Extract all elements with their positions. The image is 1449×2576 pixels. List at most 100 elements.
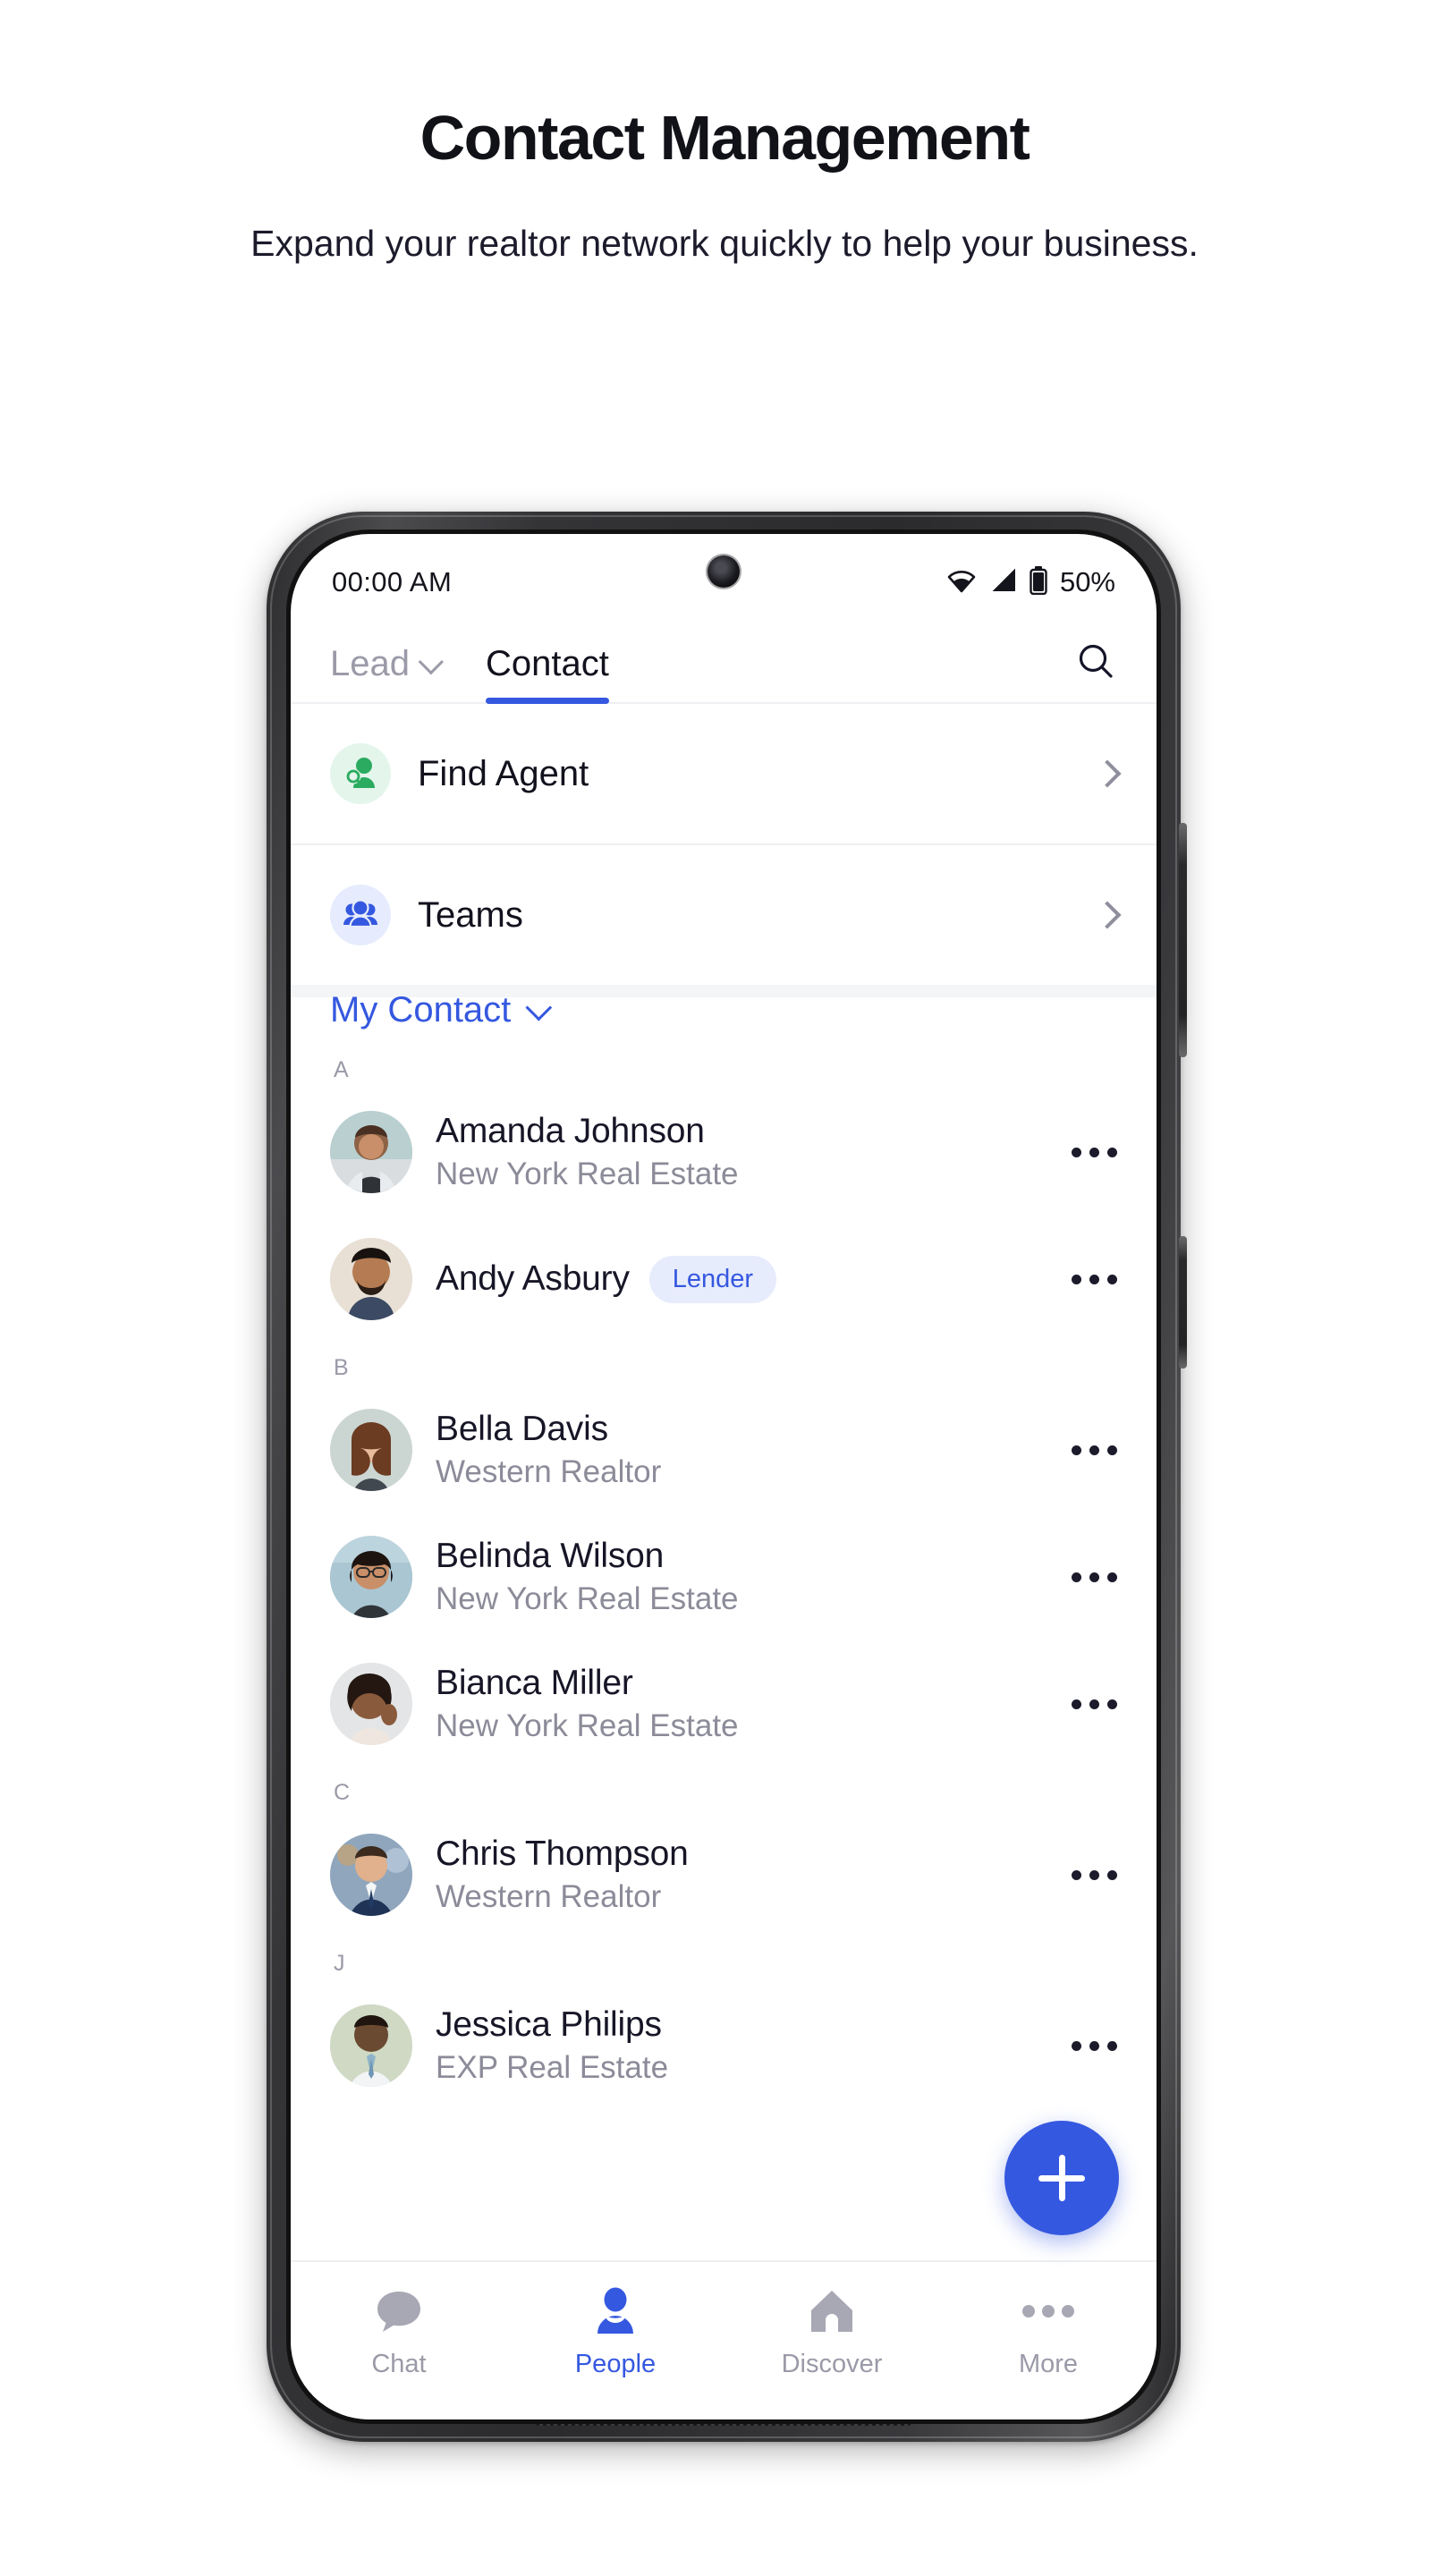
people-group-icon <box>330 885 391 945</box>
phone-mockup: 00:00 AM 50% Lead Contact Find Agent Tea… <box>267 512 1187 2442</box>
contact-info: Amanda Johnson New York Real Estate <box>436 1112 739 1192</box>
person-search-icon <box>330 743 391 804</box>
more-dots-icon[interactable] <box>1072 1572 1117 1582</box>
nav-item-chat[interactable]: Chat <box>291 2285 507 2379</box>
contact-name-line: Jessica Philips <box>436 2005 668 2045</box>
contact-name-line: Amanda Johnson <box>436 1112 739 1151</box>
contact-list[interactable]: A Amanda Johnson New York Real Estate An… <box>291 1045 1157 2109</box>
search-icon <box>1074 640 1117 688</box>
nav-label-discover: Discover <box>781 2350 883 2378</box>
alpha-header-b: B <box>334 1355 350 1380</box>
front-camera-punchhole <box>708 555 740 588</box>
status-indicators: 50% <box>945 565 1115 599</box>
contact-name: Chris Thompson <box>436 1835 689 1873</box>
status-time: 00:00 AM <box>332 566 453 597</box>
more-dots-icon[interactable] <box>1072 1445 1117 1455</box>
avatar <box>330 1663 412 1745</box>
contact-name: Amanda Johnson <box>436 1112 705 1150</box>
more-dots-icon <box>1021 2285 1075 2337</box>
volume-button[interactable] <box>1179 823 1187 1057</box>
contact-row-belinda-wilson[interactable]: Belinda Wilson New York Real Estate <box>291 1513 1157 1640</box>
contact-row-bella-davis[interactable]: Bella Davis Western Realtor <box>291 1386 1157 1513</box>
contact-info: Jessica Philips EXP Real Estate <box>436 2005 668 2086</box>
contact-info: Bianca Miller New York Real Estate <box>436 1664 739 1744</box>
top-tab-bar: Lead Contact <box>291 611 1157 704</box>
more-dots-icon[interactable] <box>1072 1147 1117 1157</box>
wifi-icon <box>945 568 978 597</box>
contact-info: Bella Davis Western Realtor <box>436 1410 661 1490</box>
home-icon <box>808 2285 856 2337</box>
page-subtitle: Expand your realtor network quickly to h… <box>250 222 1199 264</box>
tab-lead[interactable]: Lead <box>330 644 444 702</box>
contact-row-jessica-philips[interactable]: Jessica Philips EXP Real Estate <box>291 1982 1157 2109</box>
avatar <box>330 1238 412 1320</box>
page-title: Contact Management <box>419 103 1030 173</box>
chevron-down-icon <box>525 994 553 1021</box>
search-button[interactable] <box>1074 640 1117 688</box>
alpha-header-j: J <box>334 1951 345 1976</box>
contact-info: Chris Thompson Western Realtor <box>436 1835 689 1915</box>
contact-company: Western Realtor <box>436 1879 662 1914</box>
phone-screen-bezel: 00:00 AM 50% Lead Contact Find Agent Tea… <box>286 530 1161 2424</box>
status-badge: Lender <box>648 1255 777 1303</box>
entry-find-agent-label: Find Agent <box>418 753 589 793</box>
chevron-right-icon <box>1093 759 1122 788</box>
contact-name-line: Bianca Miller <box>436 1664 739 1703</box>
contact-info: Belinda Wilson New York Real Estate <box>436 1537 739 1617</box>
contact-name: Bella Davis <box>436 1410 608 1448</box>
entry-find-agent[interactable]: Find Agent <box>291 704 1157 843</box>
power-button[interactable] <box>1179 1236 1187 1368</box>
content-clip: My Contact A Amanda Johnson New York Rea… <box>291 954 1157 2260</box>
tab-lead-label: Lead <box>330 644 410 683</box>
contact-name-line: Belinda Wilson <box>436 1537 739 1576</box>
plus-icon-vertical <box>1058 2155 1065 2201</box>
contact-row-bianca-miller[interactable]: Bianca Miller New York Real Estate <box>291 1640 1157 1767</box>
my-contact-label: My Contact <box>330 990 512 1030</box>
page-header: Contact Management Expand your realtor n… <box>0 0 1449 268</box>
contact-name: Jessica Philips <box>436 2005 662 2044</box>
contact-name: Belinda Wilson <box>436 1537 665 1575</box>
avatar <box>330 1111 412 1193</box>
avatar <box>330 1834 412 1916</box>
entry-teams-label: Teams <box>418 894 523 935</box>
nav-item-people[interactable]: People <box>507 2285 724 2379</box>
contact-name-line: Andy Asbury Lender <box>436 1255 777 1303</box>
tab-contact-label: Contact <box>485 644 609 683</box>
nav-item-discover[interactable]: Discover <box>724 2285 940 2379</box>
contact-company: New York Real Estate <box>436 1157 739 1191</box>
alpha-header-a: A <box>334 1057 350 1082</box>
nav-item-more[interactable]: More <box>940 2285 1157 2379</box>
chat-bubble-icon <box>375 2285 423 2337</box>
chevron-down-icon <box>418 648 444 674</box>
more-dots-icon[interactable] <box>1072 2040 1117 2051</box>
battery-percent: 50% <box>1059 566 1115 597</box>
more-dots-icon[interactable] <box>1072 1274 1117 1284</box>
chevron-right-icon <box>1093 901 1122 929</box>
avatar <box>330 1536 412 1618</box>
nav-label-people: People <box>574 2350 657 2378</box>
contact-info: Andy Asbury Lender <box>436 1255 777 1303</box>
signal-icon <box>990 568 1017 597</box>
contact-row-chris-thompson[interactable]: Chris Thompson Western Realtor <box>291 1811 1157 1938</box>
app-screen: 00:00 AM 50% Lead Contact Find Agent Tea… <box>291 534 1157 2419</box>
contact-company: Western Realtor <box>436 1454 662 1489</box>
my-contact-header[interactable]: My Contact <box>291 954 1157 1045</box>
contact-company: EXP Real Estate <box>436 2050 669 2085</box>
battery-icon <box>1030 565 1047 599</box>
more-dots-icon[interactable] <box>1072 1699 1117 1709</box>
avatar <box>330 1409 412 1491</box>
tab-contact[interactable]: Contact <box>485 644 609 704</box>
contact-name: Bianca Miller <box>436 1664 633 1702</box>
alpha-header-c: C <box>334 1780 351 1805</box>
add-contact-fab[interactable] <box>1004 2121 1119 2235</box>
avatar <box>330 2004 412 2087</box>
more-dots-icon[interactable] <box>1072 1869 1117 1880</box>
nav-label-more: More <box>1018 2350 1079 2378</box>
contact-row-andy-asbury[interactable]: Andy Asbury Lender <box>291 1216 1157 1343</box>
nav-label-chat: Chat <box>371 2350 427 2378</box>
contact-row-amanda-johnson[interactable]: Amanda Johnson New York Real Estate <box>291 1089 1157 1216</box>
contact-company: New York Real Estate <box>436 1581 739 1616</box>
contact-name: Andy Asbury <box>436 1259 630 1298</box>
bottom-navigation: Chat People Discover More <box>291 2260 1157 2419</box>
contact-company: New York Real Estate <box>436 1708 739 1743</box>
